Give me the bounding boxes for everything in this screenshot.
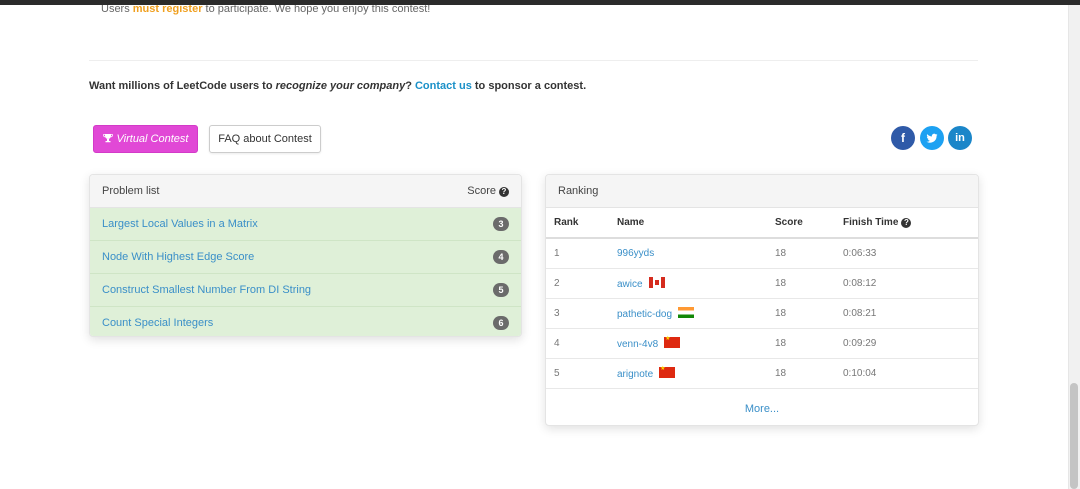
vertical-scrollbar[interactable] <box>1068 5 1080 489</box>
score-cell: 18 <box>767 358 835 389</box>
problem-row[interactable]: Construct Smallest Number From DI String… <box>90 274 521 307</box>
facebook-share-icon[interactable]: f <box>891 126 915 150</box>
scrollbar-thumb[interactable] <box>1070 383 1078 489</box>
score-cell: 18 <box>767 268 835 299</box>
virtual-contest-label: Virtual Contest <box>116 133 189 145</box>
user-link[interactable]: arignote <box>617 369 653 380</box>
score-cell: 18 <box>767 238 835 269</box>
ranking-row: 3 pathetic-dog 18 0:08:21 <box>546 298 978 329</box>
rank-cell: 5 <box>546 358 609 389</box>
score-badge: 4 <box>493 250 509 264</box>
problem-list-title: Problem list <box>102 185 160 197</box>
user-name-cell: 996yyds <box>609 238 767 269</box>
faq-contest-button[interactable]: FAQ about Contest <box>209 125 321 153</box>
problem-list-panel: Problem list Score? Largest Local Values… <box>89 174 522 337</box>
user-link[interactable]: 996yyds <box>617 248 654 259</box>
score-header: Score? <box>467 185 509 197</box>
china-flag-icon <box>664 335 681 348</box>
user-name-cell: pathetic-dog <box>609 298 767 329</box>
name-column-header: Name <box>609 208 767 239</box>
rank-cell: 1 <box>546 238 609 269</box>
user-name-cell: arignote <box>609 358 767 389</box>
problem-list-header: Problem list Score? <box>90 175 521 208</box>
section-divider <box>89 60 978 61</box>
register-notice: Users must register to participate. We h… <box>101 5 431 15</box>
rank-cell: 2 <box>546 268 609 299</box>
score-badge: 3 <box>493 217 509 231</box>
user-link[interactable]: venn-4v8 <box>617 339 658 350</box>
ranking-title: Ranking <box>558 185 599 197</box>
ranking-row: 5 arignote 18 0:10:04 <box>546 358 978 389</box>
ranking-header: Ranking <box>546 175 978 208</box>
score-cell: 18 <box>767 328 835 359</box>
ranking-row: 4 venn-4v8 18 0:09:29 <box>546 328 978 359</box>
score-cell: 18 <box>767 298 835 329</box>
score-badge: 6 <box>493 316 509 330</box>
canada-flag-icon <box>648 276 665 288</box>
finish-time-cell: 0:09:29 <box>835 328 978 359</box>
sponsor-message: Want millions of LeetCode users to recog… <box>89 80 587 92</box>
ranking-header-row: Rank Name Score Finish Time? <box>546 208 978 239</box>
finish-time-cell: 0:10:04 <box>835 358 978 389</box>
score-badge: 5 <box>493 283 509 297</box>
rank-cell: 3 <box>546 298 609 329</box>
rank-column-header: Rank <box>546 208 609 239</box>
contest-page: Users must register to participate. We h… <box>0 5 1068 489</box>
china-flag-icon <box>659 365 676 378</box>
trophy-icon <box>102 133 113 146</box>
problem-title-link[interactable]: Construct Smallest Number From DI String <box>102 284 311 296</box>
india-flag-icon <box>678 306 695 318</box>
problem-title-link[interactable]: Largest Local Values in a Matrix <box>102 218 258 230</box>
finish-time-cell: 0:08:12 <box>835 268 978 299</box>
problem-row[interactable]: Count Special Integers 6 <box>90 307 521 336</box>
score-column-header: Score <box>767 208 835 239</box>
ranking-row: 1 996yyds 18 0:06:33 <box>546 238 978 269</box>
virtual-contest-button[interactable]: Virtual Contest <box>93 125 198 153</box>
problem-row[interactable]: Largest Local Values in a Matrix 3 <box>90 208 521 241</box>
user-link[interactable]: pathetic-dog <box>617 309 672 320</box>
rank-cell: 4 <box>546 328 609 359</box>
linkedin-share-icon[interactable]: in <box>948 126 972 150</box>
problem-title-link[interactable]: Node With Highest Edge Score <box>102 251 254 263</box>
finish-time-cell: 0:06:33 <box>835 238 978 269</box>
finish-time-column-header: Finish Time? <box>835 208 978 239</box>
more-rankings-link[interactable]: More... <box>546 389 978 426</box>
must-register-text: must register <box>132 5 203 15</box>
ranking-table: Rank Name Score Finish Time? 1 996yyds 1… <box>546 208 978 389</box>
user-link[interactable]: awice <box>617 279 643 290</box>
question-icon[interactable]: ? <box>901 217 912 228</box>
ranking-panel: Ranking Rank Name Score Finish Time? 1 9… <box>545 174 979 426</box>
contact-us-link[interactable]: Contact us <box>415 80 472 92</box>
user-name-cell: awice <box>609 268 767 299</box>
twitter-share-icon[interactable] <box>920 126 944 150</box>
problem-row[interactable]: Node With Highest Edge Score 4 <box>90 241 521 274</box>
ranking-row: 2 awice 18 0:08:12 <box>546 268 978 299</box>
question-icon[interactable]: ? <box>499 186 509 197</box>
user-name-cell: venn-4v8 <box>609 328 767 359</box>
problem-title-link[interactable]: Count Special Integers <box>102 317 213 329</box>
finish-time-cell: 0:08:21 <box>835 298 978 329</box>
